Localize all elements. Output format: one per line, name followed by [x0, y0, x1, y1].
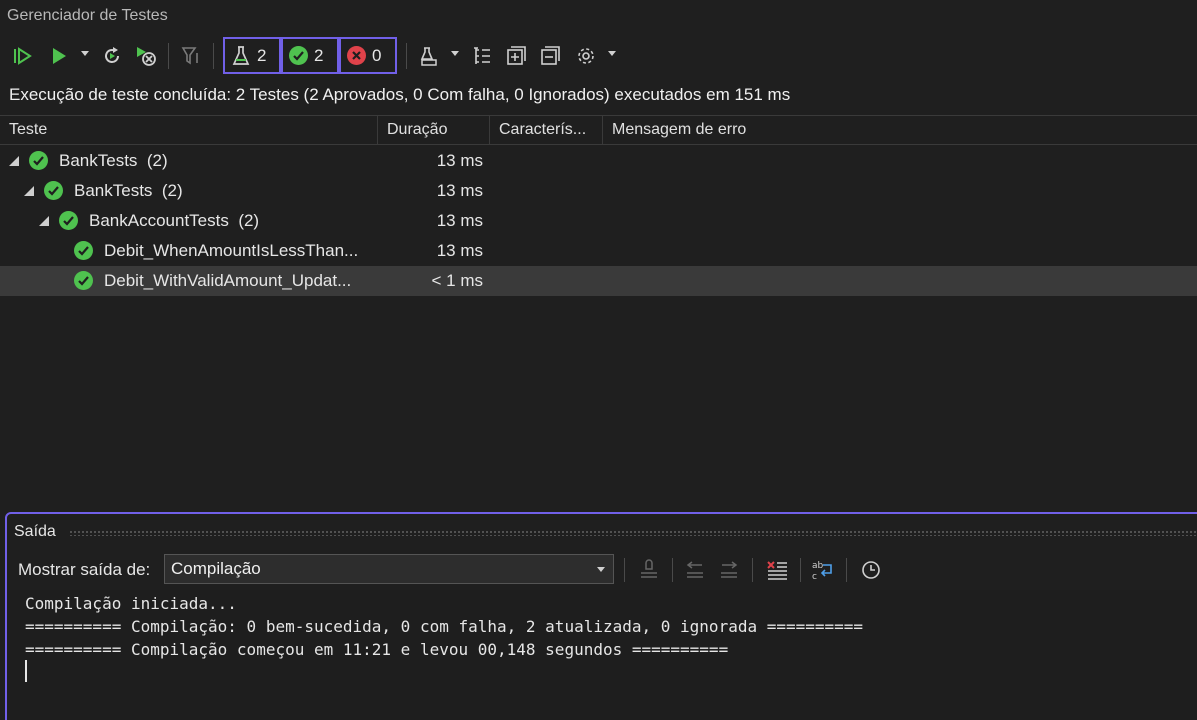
- flask-icon: [232, 45, 250, 65]
- tree-row-duration: < 1 ms: [431, 271, 484, 290]
- tree-row-label: Debit_WithValidAmount_Updat...: [104, 271, 352, 290]
- output-source-value: Compilação: [171, 559, 261, 578]
- column-header-duration[interactable]: Duração: [378, 116, 490, 144]
- passed-check-icon: [74, 271, 93, 290]
- expanded-triangle-icon[interactable]: [24, 186, 34, 196]
- tree-row-label: BankTests (2): [59, 151, 168, 170]
- output-line: Compilação iniciada...: [25, 594, 237, 613]
- failed-x-icon: [347, 46, 366, 65]
- tree-row-label: BankTests (2): [74, 181, 183, 200]
- test-grid-header: Teste Duração Caracterís... Mensagem de …: [0, 115, 1197, 145]
- tree-row-duration: 13 ms: [436, 241, 483, 260]
- run-cancel-icon: [137, 47, 156, 66]
- passed-check-icon: [289, 46, 308, 65]
- tree-row[interactable]: BankAccountTests (2) 13 ms: [0, 206, 1197, 236]
- tree-row-label: Debit_WhenAmountIsLessThan...: [104, 241, 359, 260]
- column-header-error-message[interactable]: Mensagem de erro: [603, 116, 1197, 144]
- passed-check-icon: [29, 151, 48, 170]
- gear-icon: [578, 48, 594, 64]
- failed-tests-counter[interactable]: 0: [339, 37, 397, 74]
- refresh-icon: [105, 47, 119, 63]
- total-tests-counter[interactable]: 2: [223, 37, 281, 74]
- run-all-icon: [14, 47, 32, 65]
- playlist-dropdown-chevron-icon[interactable]: [451, 51, 459, 56]
- failed-tests-count: 0: [372, 45, 382, 65]
- collapse-all-button[interactable]: [537, 39, 563, 73]
- passed-check-icon: [74, 241, 93, 260]
- text-cursor: [25, 660, 27, 682]
- show-output-from-label: Mostrar saída de:: [18, 560, 151, 579]
- passed-tests-count: 2: [314, 45, 324, 65]
- passed-check-icon: [59, 211, 78, 230]
- clock-icon: [862, 561, 880, 579]
- run-dropdown-chevron-icon[interactable]: [81, 51, 89, 56]
- find-in-code-icon: [641, 559, 657, 578]
- toggle-word-wrap-button[interactable]: ab c: [810, 556, 836, 584]
- output-line: ========== Compilação começou em 11:21 e…: [25, 640, 729, 659]
- output-line: ========== Compilação: 0 bem-sucedida, 0…: [25, 617, 864, 636]
- tree-row-duration: 13 ms: [436, 211, 483, 230]
- test-playlist-icon: [420, 47, 437, 66]
- column-header-traits[interactable]: Caracterís...: [490, 116, 603, 144]
- previous-message-button[interactable]: [682, 556, 708, 584]
- settings-dropdown-chevron-icon[interactable]: [608, 51, 616, 56]
- play-icon: [53, 48, 66, 64]
- next-message-button[interactable]: [716, 556, 742, 584]
- word-wrap-icon: abc: [812, 561, 832, 581]
- output-console[interactable]: Compilação iniciada... ========== Compil…: [7, 590, 1197, 720]
- tree-row[interactable]: Debit_WhenAmountIsLessThan... 13 ms: [0, 236, 1197, 266]
- tree-row[interactable]: BankTests (2) 13 ms: [0, 176, 1197, 206]
- clear-all-button[interactable]: [764, 556, 790, 584]
- settings-button[interactable]: [573, 39, 599, 73]
- clear-all-icon: [767, 561, 787, 580]
- tree-row-duration: 13 ms: [436, 181, 483, 200]
- tree-row-duration: 13 ms: [436, 151, 483, 170]
- group-by-button[interactable]: [469, 39, 495, 73]
- test-toolbar: 2 2 0: [0, 37, 1197, 75]
- playlist-button[interactable]: [416, 39, 442, 73]
- svg-text:c: c: [812, 572, 817, 581]
- output-panel: Saída Mostrar saída de: Compilação ab c C…: [5, 512, 1197, 720]
- column-header-test[interactable]: Teste: [0, 116, 378, 144]
- svg-text:ab: ab: [812, 561, 824, 571]
- arrow-left-icon: [686, 561, 703, 578]
- find-message-in-code-button[interactable]: [636, 556, 662, 584]
- total-tests-count: 2: [257, 45, 267, 65]
- cancel-run-button[interactable]: [133, 39, 159, 73]
- filter-icon: [181, 47, 198, 65]
- run-button[interactable]: [46, 39, 72, 73]
- panel-drag-handle[interactable]: [69, 530, 1197, 536]
- window-title: Gerenciador de Testes: [7, 7, 168, 24]
- passed-check-icon: [44, 181, 63, 200]
- passed-tests-counter[interactable]: 2: [281, 37, 339, 74]
- repeat-last-run-button[interactable]: [99, 39, 125, 73]
- expanded-triangle-icon[interactable]: [9, 156, 19, 166]
- tree-row-label: BankAccountTests (2): [89, 211, 260, 230]
- show-timestamps-button[interactable]: [858, 556, 884, 584]
- output-source-select[interactable]: Compilação: [164, 554, 614, 584]
- tree-row-selected[interactable]: Debit_WithValidAmount_Updat... < 1 ms: [0, 266, 1197, 296]
- run-status-summary: Execução de teste concluída: 2 Testes (2…: [9, 85, 791, 104]
- expanded-triangle-icon[interactable]: [39, 216, 49, 226]
- run-all-tests-button[interactable]: [10, 39, 36, 73]
- collapse-all-icon: [541, 46, 560, 65]
- hierarchy-icon: [474, 47, 490, 64]
- expand-all-icon: [507, 46, 526, 65]
- filter-button[interactable]: [178, 39, 204, 73]
- chevron-down-icon: [597, 567, 605, 572]
- arrow-right-icon: [721, 561, 738, 578]
- expand-all-button[interactable]: [503, 39, 529, 73]
- tree-row[interactable]: BankTests (2) 13 ms: [0, 146, 1197, 176]
- output-panel-title: Saída: [14, 523, 56, 540]
